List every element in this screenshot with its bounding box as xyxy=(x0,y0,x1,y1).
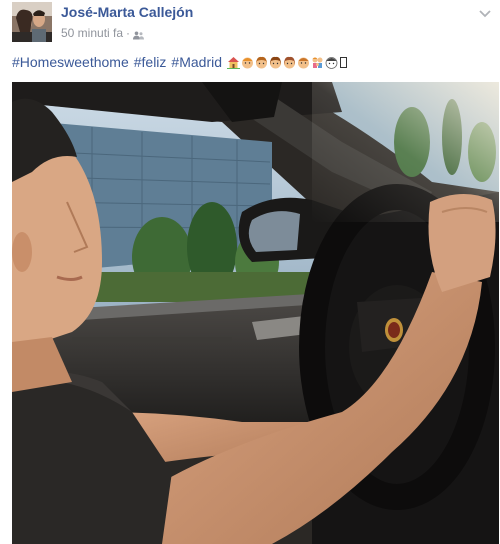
meta-separator: · xyxy=(126,26,131,40)
face-icon xyxy=(283,56,296,69)
face-icon xyxy=(325,56,338,69)
post-meta: 50 minuti fa · xyxy=(61,26,145,40)
face-icon xyxy=(255,56,268,69)
post-photo[interactable] xyxy=(12,82,499,544)
hashtag-feliz[interactable]: #feliz xyxy=(134,54,167,70)
facebook-post: José-Marta Callejón 50 minuti fa · #Home… xyxy=(0,0,500,544)
unknown-glyph-icon xyxy=(339,56,352,69)
face-icon xyxy=(269,56,282,69)
face-icon xyxy=(297,56,310,69)
post-caption: #Homesweethome #feliz #Madrid xyxy=(12,54,352,70)
hashtag-madrid[interactable]: #Madrid xyxy=(171,54,222,70)
family-icon xyxy=(311,56,324,69)
face-icon xyxy=(241,56,254,69)
friends-icon[interactable] xyxy=(133,29,145,39)
author-name[interactable]: José-Marta Callejón xyxy=(61,4,193,20)
hashtag-homesweethome[interactable]: #Homesweethome xyxy=(12,54,129,70)
post-header: José-Marta Callejón 50 minuti fa · xyxy=(12,2,492,44)
emoji-row xyxy=(227,56,352,69)
chevron-down-icon[interactable] xyxy=(478,6,492,18)
timestamp[interactable]: 50 minuti fa xyxy=(61,26,123,40)
house-icon xyxy=(227,56,241,69)
avatar[interactable] xyxy=(12,2,52,42)
